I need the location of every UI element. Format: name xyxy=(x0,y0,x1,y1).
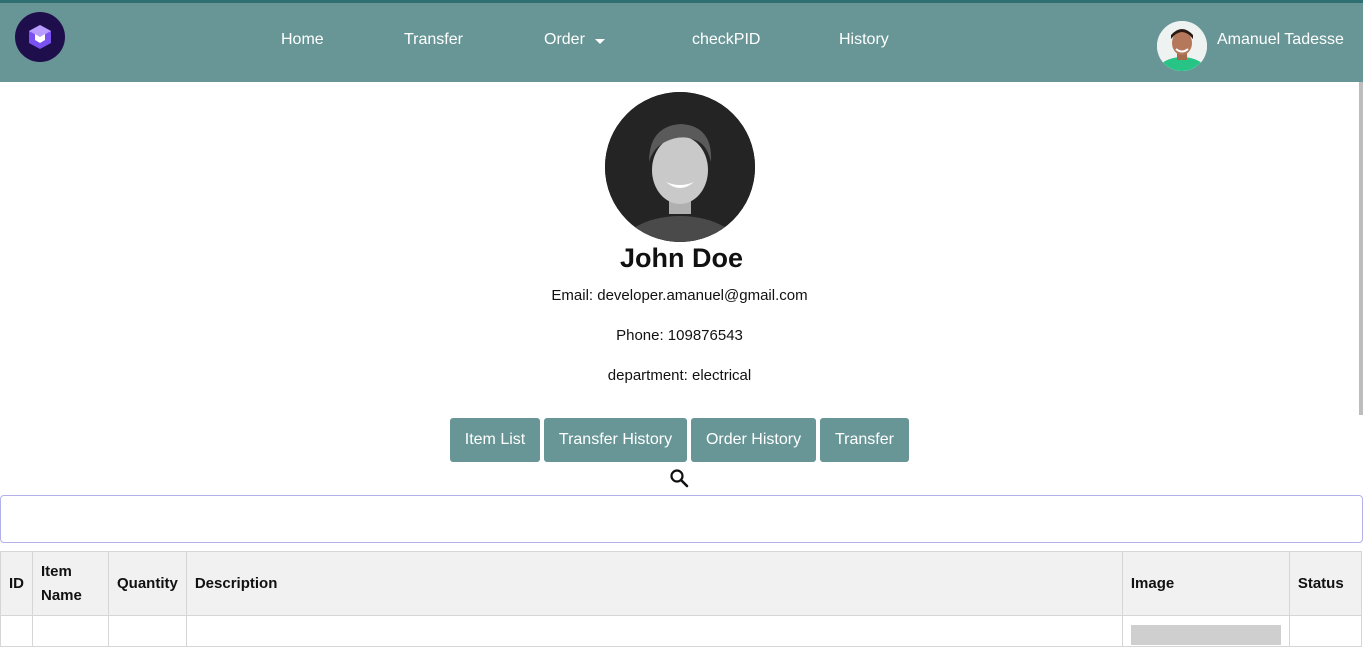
table-cell xyxy=(1288,615,1362,647)
table-row[interactable] xyxy=(0,615,1362,647)
column-header-description: Description xyxy=(185,551,1123,616)
table-cell xyxy=(0,615,33,647)
column-header-status: Status xyxy=(1288,551,1362,616)
profile-department: department: electrical xyxy=(607,367,752,384)
table-cell xyxy=(108,615,187,647)
profile-name: John Doe xyxy=(619,243,743,273)
profile-photo xyxy=(605,92,755,242)
nav-checkpid[interactable]: checkPID xyxy=(692,30,760,49)
table-cell xyxy=(185,615,1123,647)
user-name[interactable]: Amanuel Tadesse xyxy=(1217,30,1344,49)
user-avatar[interactable] xyxy=(1157,21,1207,71)
nav-order[interactable]: Order xyxy=(544,30,585,49)
profile-email: Email: developer.amanuel@gmail.com xyxy=(551,287,808,304)
transfer-history-button[interactable]: Transfer History xyxy=(544,418,687,462)
item-image xyxy=(1130,625,1281,645)
order-history-button[interactable]: Order History xyxy=(691,418,816,462)
items-table: ID Item Name Quantity Description Image … xyxy=(0,551,1362,647)
item-list-button[interactable]: Item List xyxy=(450,418,540,462)
column-header-quantity: Quantity xyxy=(108,551,187,616)
nav-home[interactable]: Home xyxy=(281,30,324,49)
navbar: Home Transfer Order checkPID History Ama… xyxy=(0,3,1363,82)
nav-transfer[interactable]: Transfer xyxy=(404,30,463,49)
table-cell-image xyxy=(1121,615,1290,647)
cube-logo-icon xyxy=(29,25,51,49)
profile-phone: Phone: 109876543 xyxy=(616,327,743,344)
column-header-item-name: Item Name xyxy=(32,551,109,616)
column-header-image: Image xyxy=(1121,551,1290,616)
search-input[interactable] xyxy=(0,495,1363,543)
table-cell xyxy=(32,615,109,647)
column-header-id: ID xyxy=(0,551,33,616)
transfer-button[interactable]: Transfer xyxy=(820,418,909,462)
table-header-row: ID Item Name Quantity Description Image … xyxy=(0,551,1362,616)
app-logo[interactable] xyxy=(15,12,65,62)
nav-history[interactable]: History xyxy=(839,30,889,49)
search-icon[interactable] xyxy=(669,468,689,488)
chevron-down-icon[interactable] xyxy=(595,39,605,44)
